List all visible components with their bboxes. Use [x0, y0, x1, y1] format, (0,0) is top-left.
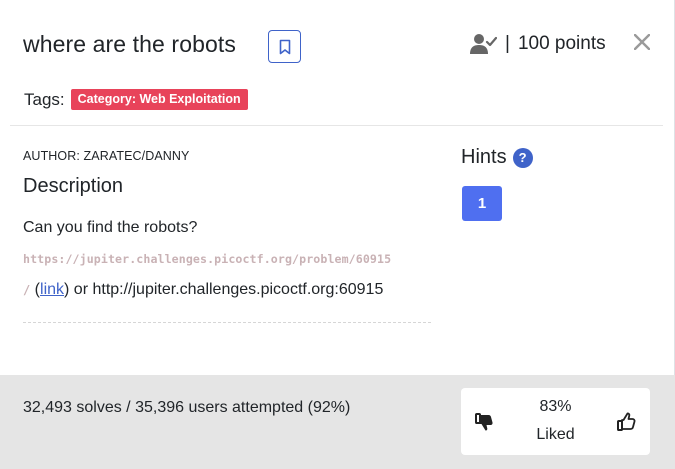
link-close: ) or http://jupiter.challenges.picoctf.o…	[64, 281, 384, 298]
close-icon	[634, 34, 650, 50]
challenge-link[interactable]: link	[40, 281, 64, 298]
user-check-icon	[470, 34, 497, 54]
bookmark-button[interactable]	[268, 30, 301, 63]
points-separator: |	[505, 33, 510, 54]
hints-heading: Hints ?	[461, 146, 533, 169]
bookmark-icon	[279, 39, 290, 54]
challenge-url-line: / (link) or http://jupiter.challenges.pi…	[23, 281, 383, 299]
points-info: | 100 points	[470, 33, 606, 55]
help-icon[interactable]: ?	[512, 147, 533, 168]
hint-button-1[interactable]: 1	[462, 186, 502, 221]
description-divider	[23, 322, 431, 323]
challenge-modal: where are the robots | 100 points Tags: …	[0, 0, 675, 469]
close-button[interactable]	[629, 29, 655, 55]
header-divider	[10, 125, 663, 126]
tags-row: Tags: Category: Web Exploitation	[24, 89, 248, 110]
hints-label: Hints	[461, 146, 507, 168]
link-open: (	[30, 281, 41, 298]
description-text: Can you find the robots?	[23, 219, 198, 236]
thumbs-up-button[interactable]	[615, 410, 639, 434]
solves-text: 32,493 solves / 35,396 users attempted (…	[23, 399, 351, 416]
author-line: AUTHOR: ZARATEC/DANNY	[23, 149, 190, 163]
tags-label: Tags:	[24, 89, 65, 109]
challenge-title: where are the robots	[23, 31, 236, 57]
thumbs-up-icon	[617, 412, 636, 431]
description-heading: Description	[23, 175, 124, 197]
challenge-url-code: https://jupiter.challenges.picoctf.org/p…	[23, 252, 392, 266]
points-value: 100 points	[517, 33, 606, 54]
like-panel: 83% Liked	[461, 388, 650, 455]
stats-footer: 32,493 solves / 35,396 users attempted (…	[0, 375, 675, 469]
category-tag[interactable]: Category: Web Exploitation	[70, 89, 248, 110]
